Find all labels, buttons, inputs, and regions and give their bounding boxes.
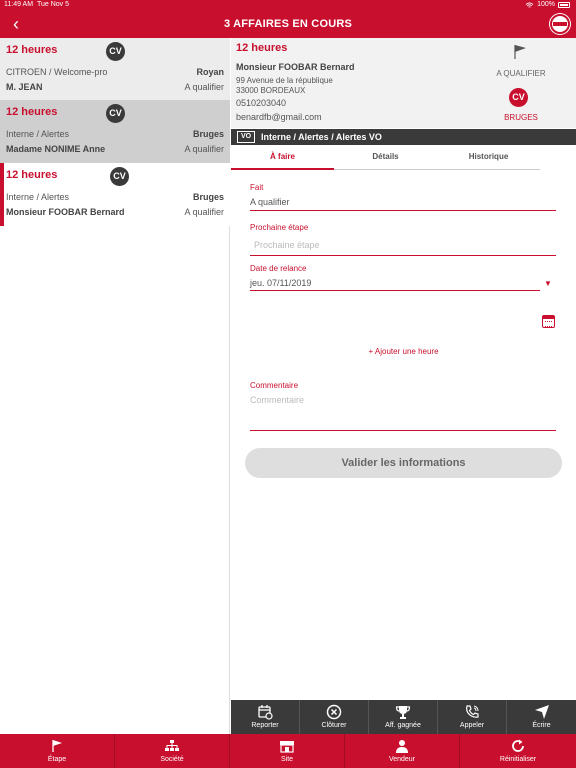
task-form: Fait A qualifier Prochaine étape Prochai…	[231, 170, 576, 478]
cv-badge: CV	[509, 88, 528, 107]
store-icon	[280, 741, 294, 753]
appeler-label: Appeler	[459, 722, 485, 729]
fait-field[interactable]: A qualifier	[250, 197, 290, 207]
deal-time: 12 heures	[6, 106, 58, 118]
cv-badge: CV	[110, 167, 129, 186]
appeler-button[interactable]: Appeler	[438, 700, 507, 734]
deal-card-selected[interactable]: 12 heures CV Interne / Alertes Bruges Mo…	[0, 163, 230, 226]
tab-reinitialiser-label: Réinitialiser	[499, 756, 537, 763]
deal-status: A qualifier	[184, 82, 224, 92]
tab-reinitialiser[interactable]: Réinitialiser	[460, 734, 576, 768]
tab-etape-label: Étape	[47, 756, 67, 763]
aff-gagnee-label: Aff. gagnée	[385, 722, 421, 729]
tab-societe[interactable]: Société	[115, 734, 230, 768]
deal-status: A qualifier	[184, 144, 224, 154]
deal-person: Madame NONIME Anne	[6, 144, 106, 154]
ecrire-button[interactable]: Écrire	[507, 700, 576, 734]
action-bar: Reporter Clôturer Aff. gagnée Appeler Éc…	[231, 700, 576, 734]
tab-societe-label: Société	[160, 756, 184, 763]
tab-vendeur-label: Vendeur	[388, 756, 416, 763]
nav-bar: ‹ 3 AFFAIRES EN COURS	[0, 10, 576, 38]
relance-label: Date de relance	[250, 264, 307, 273]
close-circle-icon	[326, 704, 342, 720]
org-chart-icon	[165, 740, 179, 751]
tab-site-label: Site	[280, 756, 294, 763]
status-right: 100%	[525, 0, 570, 10]
person-icon	[396, 740, 408, 753]
phone-icon	[466, 705, 479, 718]
etape-select[interactable]: Prochaine étape	[254, 240, 320, 250]
detail-tabs: À faire Détails Historique	[231, 146, 576, 170]
battery-icon	[558, 2, 570, 8]
client-address-line1: 99 Avenue de la république	[236, 76, 333, 85]
deal-person: Monsieur FOOBAR Bernard	[6, 207, 125, 217]
comment-label: Commentaire	[250, 381, 299, 390]
relance-date-field[interactable]: jeu. 07/11/2019	[250, 278, 311, 288]
aff-gagnee-button[interactable]: Aff. gagnée	[369, 700, 438, 734]
nissan-logo-icon	[550, 14, 570, 34]
deal-source: Interne / Alertes	[6, 192, 70, 202]
deal-city: Royan	[196, 67, 224, 77]
vo-badge: VO	[237, 131, 256, 143]
client-email[interactable]: benardfb@gmail.com	[236, 112, 322, 122]
deal-card[interactable]: 12 heures CV Interne / Alertes Bruges Ma…	[0, 100, 230, 163]
deal-type-bar: VO Interne / Alertes / Alertes VO	[231, 129, 576, 145]
detail-site: BRUGES	[504, 113, 538, 122]
bottom-tab-bar: Étape Société Site Vendeur Réinitialiser	[0, 734, 576, 768]
status-bar: 11:49 AM Tue Nov 5 100%	[0, 0, 576, 10]
detail-time: 12 heures	[236, 42, 288, 54]
client-name: Monsieur FOOBAR Bernard	[236, 62, 355, 72]
client-phone[interactable]: 0510203040	[236, 98, 286, 108]
deal-time: 12 heures	[6, 44, 58, 56]
comment-underline	[250, 430, 556, 431]
validate-button[interactable]: Valider les informations	[245, 448, 562, 478]
deal-person: M. JEAN	[6, 82, 43, 92]
cloturer-label: Clôturer	[321, 722, 347, 729]
client-address-line2: 33000 BORDEAUX	[236, 86, 306, 95]
etape-label: Prochaine étape	[250, 223, 309, 232]
cv-badge: CV	[106, 104, 125, 123]
tab-site[interactable]: Site	[230, 734, 345, 768]
relance-underline	[250, 290, 540, 291]
detail-status-label: A QUALIFIER	[496, 69, 546, 78]
deal-card[interactable]: 12 heures CV CITROEN / Welcome-pro Royan…	[0, 38, 230, 101]
tab-vendeur[interactable]: Vendeur	[345, 734, 460, 768]
cloturer-button[interactable]: Clôturer	[300, 700, 369, 734]
deal-source: Interne / Alertes	[6, 129, 70, 139]
tab-historique[interactable]: Historique	[437, 146, 540, 170]
deal-status: A qualifier	[184, 207, 224, 217]
deal-city: Bruges	[192, 192, 224, 202]
deal-time: 12 heures	[6, 169, 58, 181]
battery-percent: 100%	[537, 1, 555, 8]
deal-source: CITROEN / Welcome-pro	[6, 67, 108, 77]
wifi-icon	[525, 1, 534, 8]
tab-details[interactable]: Détails	[334, 146, 437, 170]
send-icon	[534, 705, 549, 719]
add-hour-link[interactable]: + Ajouter une heure	[231, 347, 576, 356]
detail-header: 12 heures Monsieur FOOBAR Bernard 99 Ave…	[231, 38, 576, 128]
ecrire-label: Écrire	[532, 722, 551, 729]
cv-badge: CV	[106, 42, 125, 61]
etape-underline	[250, 255, 556, 256]
refresh-icon	[512, 739, 524, 752]
flag-icon	[514, 45, 526, 59]
calendar-refresh-icon	[258, 705, 273, 720]
comment-field[interactable]: Commentaire	[250, 395, 304, 405]
deal-type-text: Interne / Alertes / Alertes VO	[261, 132, 382, 142]
deal-detail: 12 heures Monsieur FOOBAR Bernard 99 Ave…	[231, 38, 576, 700]
deals-list: 12 heures CV CITROEN / Welcome-pro Royan…	[0, 38, 230, 734]
deal-city: Bruges	[192, 129, 224, 139]
fait-underline	[250, 210, 556, 211]
tab-etape[interactable]: Étape	[0, 734, 115, 768]
page-title: 3 AFFAIRES EN COURS	[223, 18, 353, 30]
calendar-icon[interactable]	[542, 315, 555, 328]
status-time: 11:49 AM Tue Nov 5	[4, 1, 69, 8]
dropdown-arrow-icon[interactable]: ▼	[544, 279, 552, 288]
reporter-label: Reporter	[251, 722, 279, 729]
tab-a-faire[interactable]: À faire	[231, 146, 334, 170]
trophy-icon	[395, 706, 411, 719]
fait-label: Fait	[250, 183, 264, 192]
reporter-button[interactable]: Reporter	[231, 700, 300, 734]
flag-icon	[52, 740, 62, 752]
